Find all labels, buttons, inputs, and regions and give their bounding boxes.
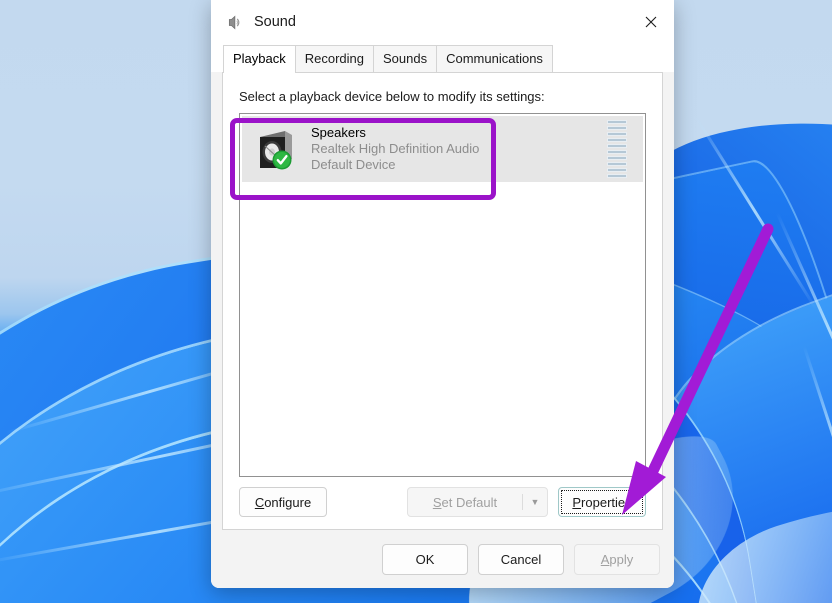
properties-accel: P [572, 494, 582, 510]
device-text-block: Speakers Realtek High Definition Audio D… [311, 125, 607, 173]
dialog-footer: OK Cancel Apply [211, 530, 674, 588]
device-driver: Realtek High Definition Audio [311, 141, 480, 156]
vu-segment [607, 174, 627, 178]
apply-accel: A [600, 551, 610, 567]
playback-device-list[interactable]: Speakers Realtek High Definition Audio D… [239, 113, 646, 477]
cancel-label: Cancel [500, 551, 542, 567]
properties-button[interactable]: Properties [558, 487, 646, 517]
device-name: Speakers [311, 125, 366, 140]
configure-label-rest: onfigure [264, 494, 312, 510]
vu-segment [607, 132, 627, 136]
properties-label-rest: roperties [581, 494, 632, 510]
vu-segment [607, 126, 627, 130]
speaker-device-icon [252, 126, 298, 172]
list-item[interactable]: Speakers Realtek High Definition Audio D… [241, 115, 644, 183]
close-icon[interactable] [628, 0, 674, 44]
playback-tab-panel: Select a playback device below to modify… [222, 72, 663, 530]
apply-button[interactable]: Apply [574, 543, 660, 575]
ok-label: OK [415, 551, 435, 567]
vu-segment [607, 138, 627, 142]
tab-playback-label: Playback [233, 51, 286, 66]
vu-segment [607, 150, 627, 154]
set-default-label-rest: et Default [441, 494, 498, 510]
close-x-glyph [645, 16, 657, 28]
dialog-title: Sound [254, 14, 296, 30]
tab-sounds-label: Sounds [383, 51, 428, 66]
tab-strip: Playback Recording Sounds Communications [211, 44, 674, 73]
vu-segment [607, 156, 627, 160]
tab-communications[interactable]: Communications [436, 45, 553, 72]
set-default-accel: S [432, 494, 442, 510]
set-default-button[interactable]: Set Default [408, 488, 522, 516]
wallpaper-streak-6 [802, 345, 832, 538]
chevron-down-icon[interactable]: ▼ [523, 488, 547, 516]
cancel-button[interactable]: Cancel [478, 543, 564, 575]
tab-sounds[interactable]: Sounds [373, 45, 438, 72]
sound-speaker-icon [228, 14, 240, 30]
wallpaper-glint-2 [677, 487, 832, 603]
tab-playback[interactable]: Playback [223, 45, 296, 73]
device-action-row: Configure Set Default ▼ Properties [223, 477, 662, 529]
speaker-device-glyph [260, 131, 292, 170]
apply-label-rest: pply [609, 551, 634, 567]
tab-communications-label: Communications [446, 51, 543, 66]
volume-level-meter [607, 120, 627, 178]
configure-button[interactable]: Configure [239, 487, 327, 517]
device-status: Default Device [311, 157, 396, 172]
vu-segment [607, 162, 627, 166]
set-default-split-button[interactable]: Set Default ▼ [407, 487, 548, 517]
screen: Sound Playback Recording Sounds Communic… [0, 0, 832, 603]
ok-button[interactable]: OK [382, 543, 468, 575]
sound-dialog: Sound Playback Recording Sounds Communic… [211, 0, 674, 588]
wallpaper-streak-4 [692, 113, 818, 310]
vu-segment [607, 120, 627, 124]
tab-recording[interactable]: Recording [294, 45, 375, 72]
vu-segment [607, 144, 627, 148]
configure-accel: C [254, 494, 265, 510]
dialog-titlebar: Sound [211, 0, 674, 44]
wallpaper-streak-5 [775, 212, 832, 451]
vu-segment [607, 168, 627, 172]
tab-recording-label: Recording [304, 51, 365, 66]
panel-hint-text: Select a playback device below to modify… [239, 89, 545, 104]
